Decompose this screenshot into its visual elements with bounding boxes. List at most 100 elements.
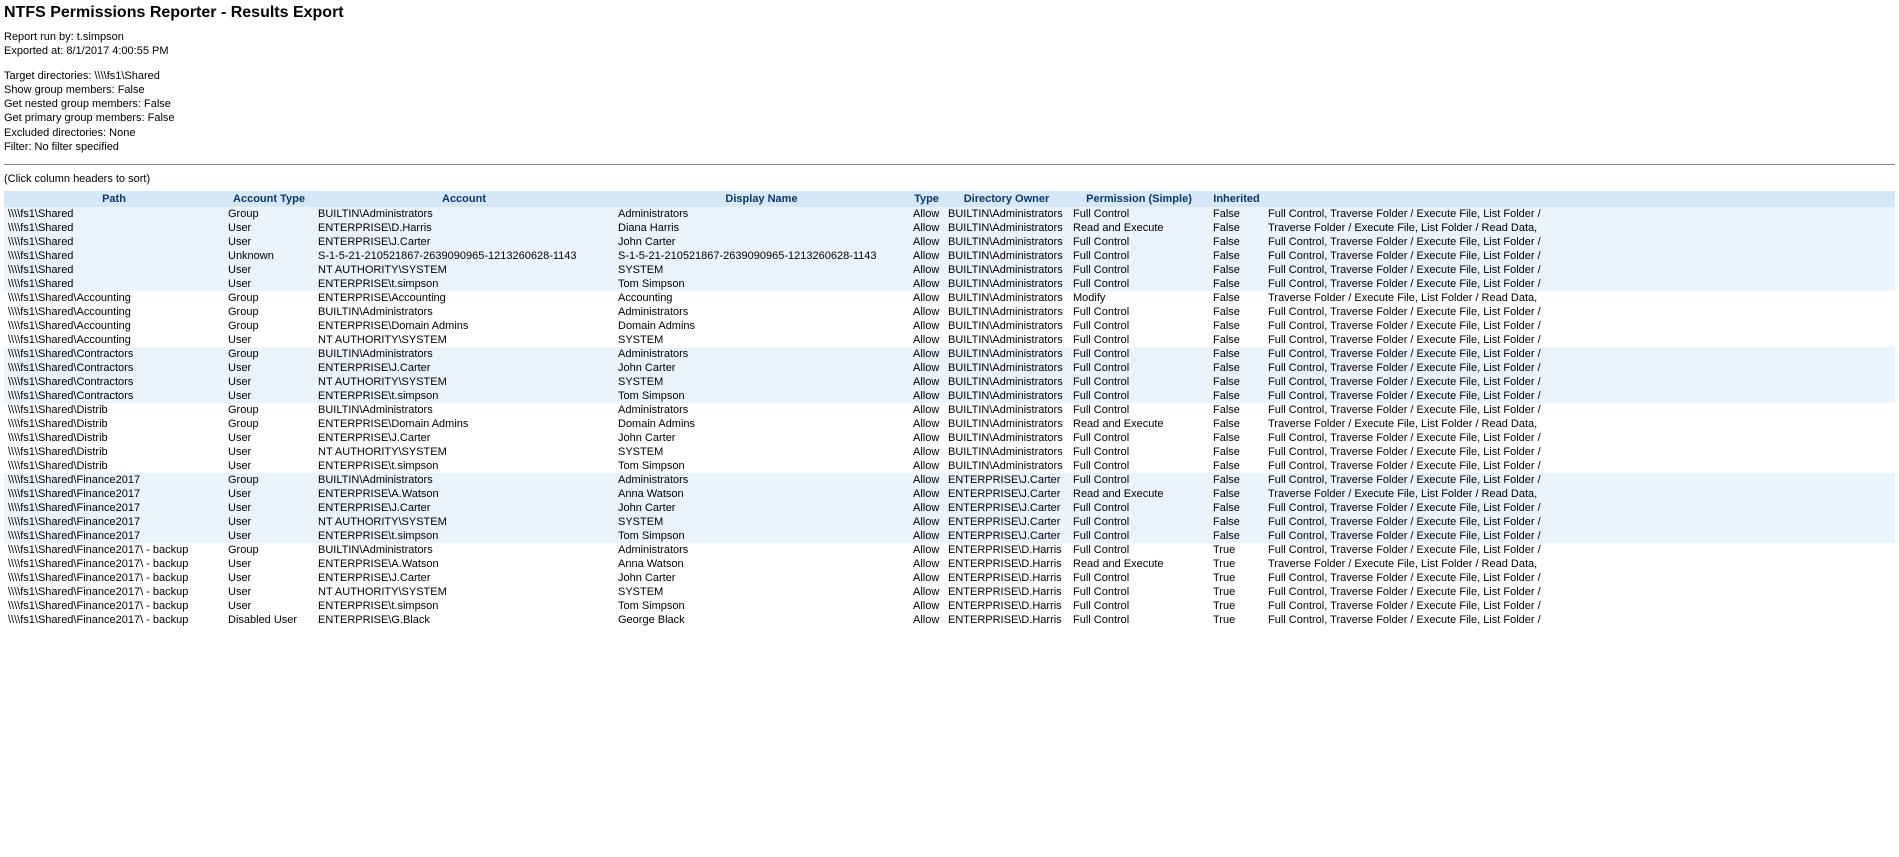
cell-perm: Full Control bbox=[1069, 529, 1209, 543]
cell-perm: Full Control bbox=[1069, 375, 1209, 389]
cell-acctype: User bbox=[224, 277, 314, 291]
cell-owner: BUILTIN\Administrators bbox=[944, 375, 1069, 389]
cell-type: Allow bbox=[909, 375, 944, 389]
cell-display: Domain Admins bbox=[614, 319, 909, 333]
cell-owner: BUILTIN\Administrators bbox=[944, 277, 1069, 291]
cell-path: \\\\fs1\Shared bbox=[4, 277, 224, 291]
cell-inherited: True bbox=[1209, 613, 1264, 627]
cell-inherited: False bbox=[1209, 347, 1264, 361]
cell-account: NT AUTHORITY\SYSTEM bbox=[314, 585, 614, 599]
cell-acctype: User bbox=[224, 501, 314, 515]
col-header-path[interactable]: Path bbox=[4, 191, 224, 207]
cell-path: \\\\fs1\Shared\Finance2017\ - backup bbox=[4, 543, 224, 557]
meta-line: Show group members: False bbox=[4, 83, 1895, 97]
cell-display: John Carter bbox=[614, 431, 909, 445]
col-header-account[interactable]: Account bbox=[314, 191, 614, 207]
cell-permfull: Full Control, Traverse Folder / Execute … bbox=[1264, 599, 1895, 613]
cell-perm: Read and Execute bbox=[1069, 487, 1209, 501]
cell-permfull: Full Control, Traverse Folder / Execute … bbox=[1264, 263, 1895, 277]
cell-type: Allow bbox=[909, 445, 944, 459]
cell-owner: ENTERPRISE\D.Harris bbox=[944, 571, 1069, 585]
cell-display: Administrators bbox=[614, 403, 909, 417]
cell-account: ENTERPRISE\A.Watson bbox=[314, 487, 614, 501]
permissions-table: Path Account Type Account Display Name T… bbox=[4, 191, 1895, 627]
cell-path: \\\\fs1\Shared\Contractors bbox=[4, 375, 224, 389]
table-row: \\\\fs1\Shared\Finance2017User ENTERPRISE… bbox=[4, 529, 1895, 543]
cell-type: Allow bbox=[909, 263, 944, 277]
cell-perm: Full Control bbox=[1069, 501, 1209, 515]
cell-perm: Modify bbox=[1069, 291, 1209, 305]
cell-acctype: User bbox=[224, 375, 314, 389]
cell-account: BUILTIN\Administrators bbox=[314, 347, 614, 361]
cell-display: Administrators bbox=[614, 473, 909, 487]
cell-acctype: User bbox=[224, 515, 314, 529]
col-header-type[interactable]: Type bbox=[909, 191, 944, 207]
cell-acctype: Group bbox=[224, 347, 314, 361]
table-row: \\\\fs1\Shared\Finance2017\ - backupGrou… bbox=[4, 543, 1895, 557]
cell-display: Diana Harris bbox=[614, 221, 909, 235]
cell-display: Anna Watson bbox=[614, 557, 909, 571]
cell-acctype: Group bbox=[224, 319, 314, 333]
cell-type: Allow bbox=[909, 459, 944, 473]
cell-perm: Read and Execute bbox=[1069, 221, 1209, 235]
cell-inherited: False bbox=[1209, 403, 1264, 417]
cell-path: \\\\fs1\Shared bbox=[4, 235, 224, 249]
cell-owner: BUILTIN\Administrators bbox=[944, 291, 1069, 305]
cell-permfull: Traverse Folder / Execute File, List Fol… bbox=[1264, 557, 1895, 571]
cell-perm: Full Control bbox=[1069, 347, 1209, 361]
cell-account: ENTERPRISE\J.Carter bbox=[314, 235, 614, 249]
cell-display: Tom Simpson bbox=[614, 529, 909, 543]
table-row: \\\\fs1\Shared\Finance2017\ - backupUser… bbox=[4, 571, 1895, 585]
cell-acctype: User bbox=[224, 221, 314, 235]
col-header-display[interactable]: Display Name bbox=[614, 191, 909, 207]
table-row: \\\\fs1\Shared\Finance2017\ - backupUser… bbox=[4, 585, 1895, 599]
cell-inherited: True bbox=[1209, 585, 1264, 599]
cell-acctype: User bbox=[224, 361, 314, 375]
cell-inherited: False bbox=[1209, 389, 1264, 403]
cell-perm: Full Control bbox=[1069, 263, 1209, 277]
cell-permfull: Traverse Folder / Execute File, List Fol… bbox=[1264, 221, 1895, 235]
meta-line: Report run by: t.simpson bbox=[4, 30, 1895, 44]
cell-permfull: Traverse Folder / Execute File, List Fol… bbox=[1264, 417, 1895, 431]
cell-inherited: False bbox=[1209, 375, 1264, 389]
cell-permfull: Full Control, Traverse Folder / Execute … bbox=[1264, 305, 1895, 319]
cell-owner: BUILTIN\Administrators bbox=[944, 235, 1069, 249]
cell-acctype: User bbox=[224, 235, 314, 249]
cell-display: Administrators bbox=[614, 207, 909, 221]
cell-type: Allow bbox=[909, 277, 944, 291]
report-meta-1: Report run by: t.simpson Exported at: 8/… bbox=[4, 30, 1895, 59]
cell-acctype: User bbox=[224, 557, 314, 571]
cell-type: Allow bbox=[909, 543, 944, 557]
cell-inherited: False bbox=[1209, 515, 1264, 529]
cell-display: Accounting bbox=[614, 291, 909, 305]
col-header-owner[interactable]: Directory Owner bbox=[944, 191, 1069, 207]
cell-perm: Full Control bbox=[1069, 585, 1209, 599]
table-row: \\\\fs1\Shared\Finance2017\ - backupUser… bbox=[4, 599, 1895, 613]
cell-permfull: Full Control, Traverse Folder / Execute … bbox=[1264, 613, 1895, 627]
table-row: \\\\fs1\SharedUserNT AUTHORITY\SYSTEMSYS… bbox=[4, 263, 1895, 277]
col-header-inherited[interactable]: Inherited bbox=[1209, 191, 1264, 207]
cell-owner: ENTERPRISE\J.Carter bbox=[944, 529, 1069, 543]
col-header-acctype[interactable]: Account Type bbox=[224, 191, 314, 207]
cell-path: \\\\fs1\Shared\Finance2017 bbox=[4, 529, 224, 543]
cell-permfull: Full Control, Traverse Folder / Execute … bbox=[1264, 375, 1895, 389]
cell-owner: ENTERPRISE\J.Carter bbox=[944, 515, 1069, 529]
col-header-permfull[interactable] bbox=[1264, 191, 1895, 207]
cell-path: \\\\fs1\Shared\Contractors bbox=[4, 361, 224, 375]
cell-inherited: False bbox=[1209, 291, 1264, 305]
table-row: \\\\fs1\SharedGroupBUILTIN\Administrator… bbox=[4, 207, 1895, 221]
cell-acctype: Group bbox=[224, 207, 314, 221]
cell-type: Allow bbox=[909, 599, 944, 613]
cell-owner: BUILTIN\Administrators bbox=[944, 445, 1069, 459]
cell-owner: BUILTIN\Administrators bbox=[944, 207, 1069, 221]
cell-permfull: Full Control, Traverse Folder / Execute … bbox=[1264, 207, 1895, 221]
cell-acctype: Group bbox=[224, 473, 314, 487]
cell-perm: Full Control bbox=[1069, 571, 1209, 585]
meta-line: Excluded directories: None bbox=[4, 126, 1895, 140]
col-header-perm[interactable]: Permission (Simple) bbox=[1069, 191, 1209, 207]
cell-perm: Full Control bbox=[1069, 249, 1209, 263]
cell-account: NT AUTHORITY\SYSTEM bbox=[314, 263, 614, 277]
table-row: \\\\fs1\Shared\AccountingGroupENTERPRISE… bbox=[4, 319, 1895, 333]
cell-acctype: User bbox=[224, 529, 314, 543]
cell-display: Anna Watson bbox=[614, 487, 909, 501]
